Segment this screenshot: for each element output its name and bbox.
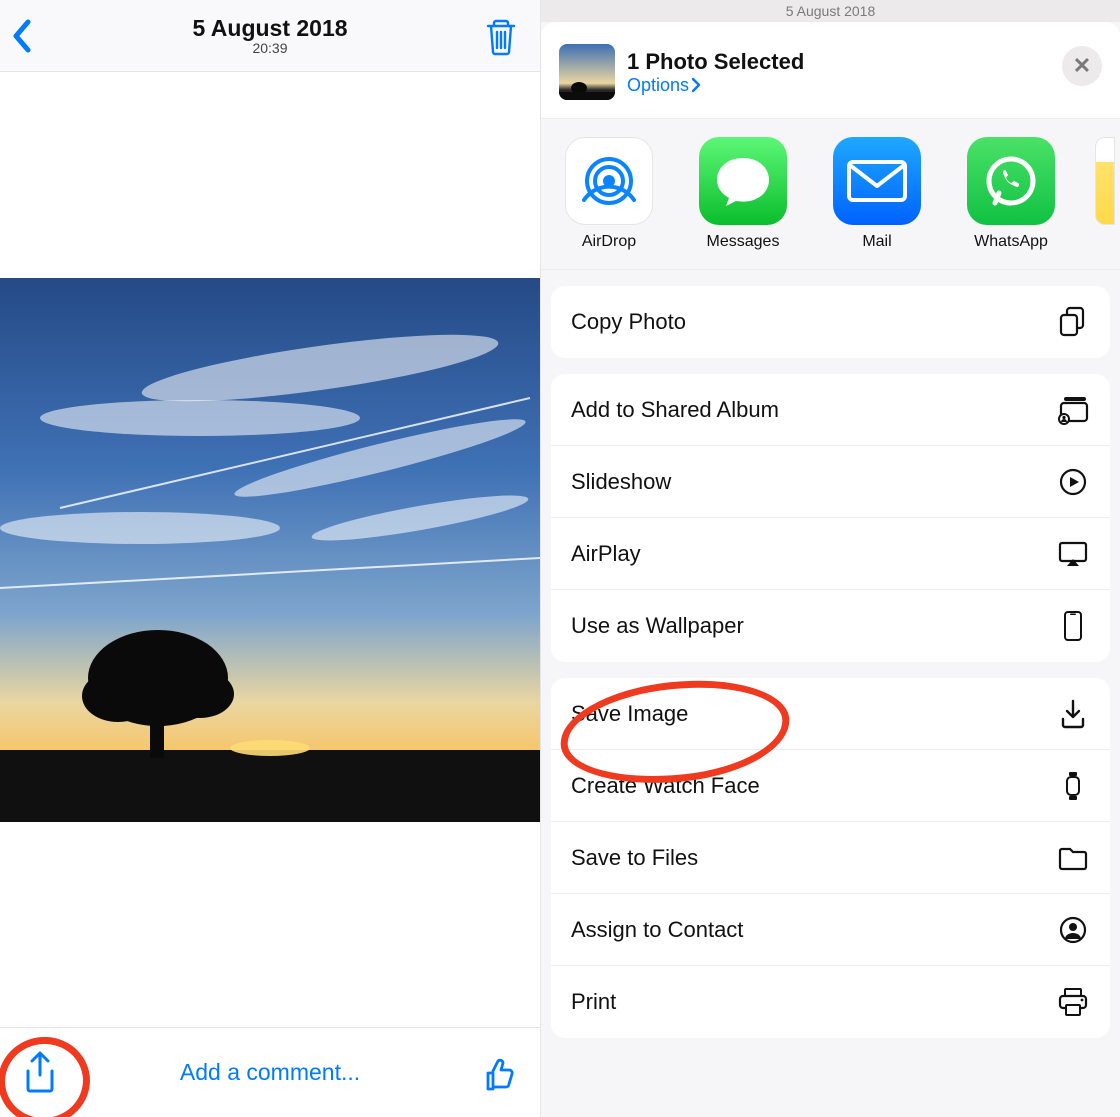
whatsapp-label: WhatsApp: [961, 233, 1061, 251]
share-target-mail[interactable]: Mail: [827, 137, 927, 251]
folder-icon: [1056, 845, 1090, 871]
action-group-1: Copy Photo: [551, 286, 1110, 358]
photo-time: 20:39: [192, 40, 347, 56]
delete-button[interactable]: [484, 18, 518, 56]
selection-count-label: 1 Photo Selected: [627, 49, 804, 75]
whatsapp-icon: [967, 137, 1055, 225]
action-print[interactable]: Print: [551, 966, 1110, 1038]
share-app-row[interactable]: AirDrop Messages Mail: [541, 118, 1120, 270]
airdrop-label: AirDrop: [559, 233, 659, 251]
share-button[interactable]: [22, 1051, 58, 1095]
mail-icon: [833, 137, 921, 225]
share-target-messages[interactable]: Messages: [693, 137, 793, 251]
options-button[interactable]: Options: [627, 75, 804, 96]
action-create-watch-face[interactable]: Create Watch Face: [551, 750, 1110, 822]
action-save-image[interactable]: Save Image: [551, 678, 1110, 750]
messages-icon: [699, 137, 787, 225]
airplay-icon: [1056, 540, 1090, 568]
action-slideshow[interactable]: Slideshow: [551, 446, 1110, 518]
thumbs-up-icon: [482, 1057, 518, 1093]
watch-icon: [1056, 770, 1090, 802]
selected-photo-thumbnail[interactable]: [559, 44, 615, 100]
action-assign-contact[interactable]: Assign to Contact: [551, 894, 1110, 966]
action-use-wallpaper[interactable]: Use as Wallpaper: [551, 590, 1110, 662]
photo-canvas[interactable]: [0, 72, 540, 1027]
action-group-2: Add to Shared Album Slideshow AirPlay: [551, 374, 1110, 662]
share-target-whatsapp[interactable]: WhatsApp: [961, 137, 1061, 251]
photo-viewer-screen: 5 August 2018 20:39: [0, 0, 540, 1117]
action-add-shared-album[interactable]: Add to Shared Album: [551, 374, 1110, 446]
messages-label: Messages: [693, 233, 793, 251]
share-target-airdrop[interactable]: AirDrop: [559, 137, 659, 251]
back-chevron-icon: [10, 18, 34, 54]
share-sheet-screen: 5 August 2018 1 Photo Selecte: [540, 0, 1120, 1117]
chevron-right-icon: [691, 77, 701, 93]
action-group-3: Save Image Create Watch Face Save to Fil…: [551, 678, 1110, 1038]
download-icon: [1056, 699, 1090, 729]
share-sheet-header: 1 Photo Selected Options ✕: [541, 38, 1120, 118]
action-airplay[interactable]: AirPlay: [551, 518, 1110, 590]
trash-icon: [484, 18, 518, 56]
share-icon: [22, 1051, 58, 1095]
photo-date: 5 August 2018: [192, 15, 347, 42]
airdrop-icon: [565, 137, 653, 225]
print-icon: [1056, 987, 1090, 1017]
copy-icon: [1056, 306, 1090, 338]
close-button[interactable]: ✕: [1062, 46, 1102, 86]
phone-icon: [1056, 610, 1090, 642]
landscape-photo: [0, 278, 540, 822]
shared-album-icon: [1056, 395, 1090, 425]
viewer-header: 5 August 2018 20:39: [0, 0, 540, 72]
close-icon: ✕: [1073, 53, 1091, 79]
viewer-footer: Add a comment...: [0, 1027, 540, 1117]
like-button[interactable]: [482, 1057, 518, 1093]
back-button[interactable]: [10, 18, 34, 54]
add-comment-button[interactable]: Add a comment...: [180, 1059, 360, 1086]
background-header-peek: 5 August 2018: [541, 0, 1120, 22]
action-copy-photo[interactable]: Copy Photo: [551, 286, 1110, 358]
share-actions-list: Copy Photo Add to Shared Album: [541, 270, 1120, 1058]
notes-icon: [1095, 137, 1115, 225]
action-save-to-files[interactable]: Save to Files: [551, 822, 1110, 894]
contact-icon: [1056, 915, 1090, 945]
play-circle-icon: [1056, 467, 1090, 497]
mail-label: Mail: [827, 233, 927, 251]
share-target-more[interactable]: [1095, 137, 1115, 251]
